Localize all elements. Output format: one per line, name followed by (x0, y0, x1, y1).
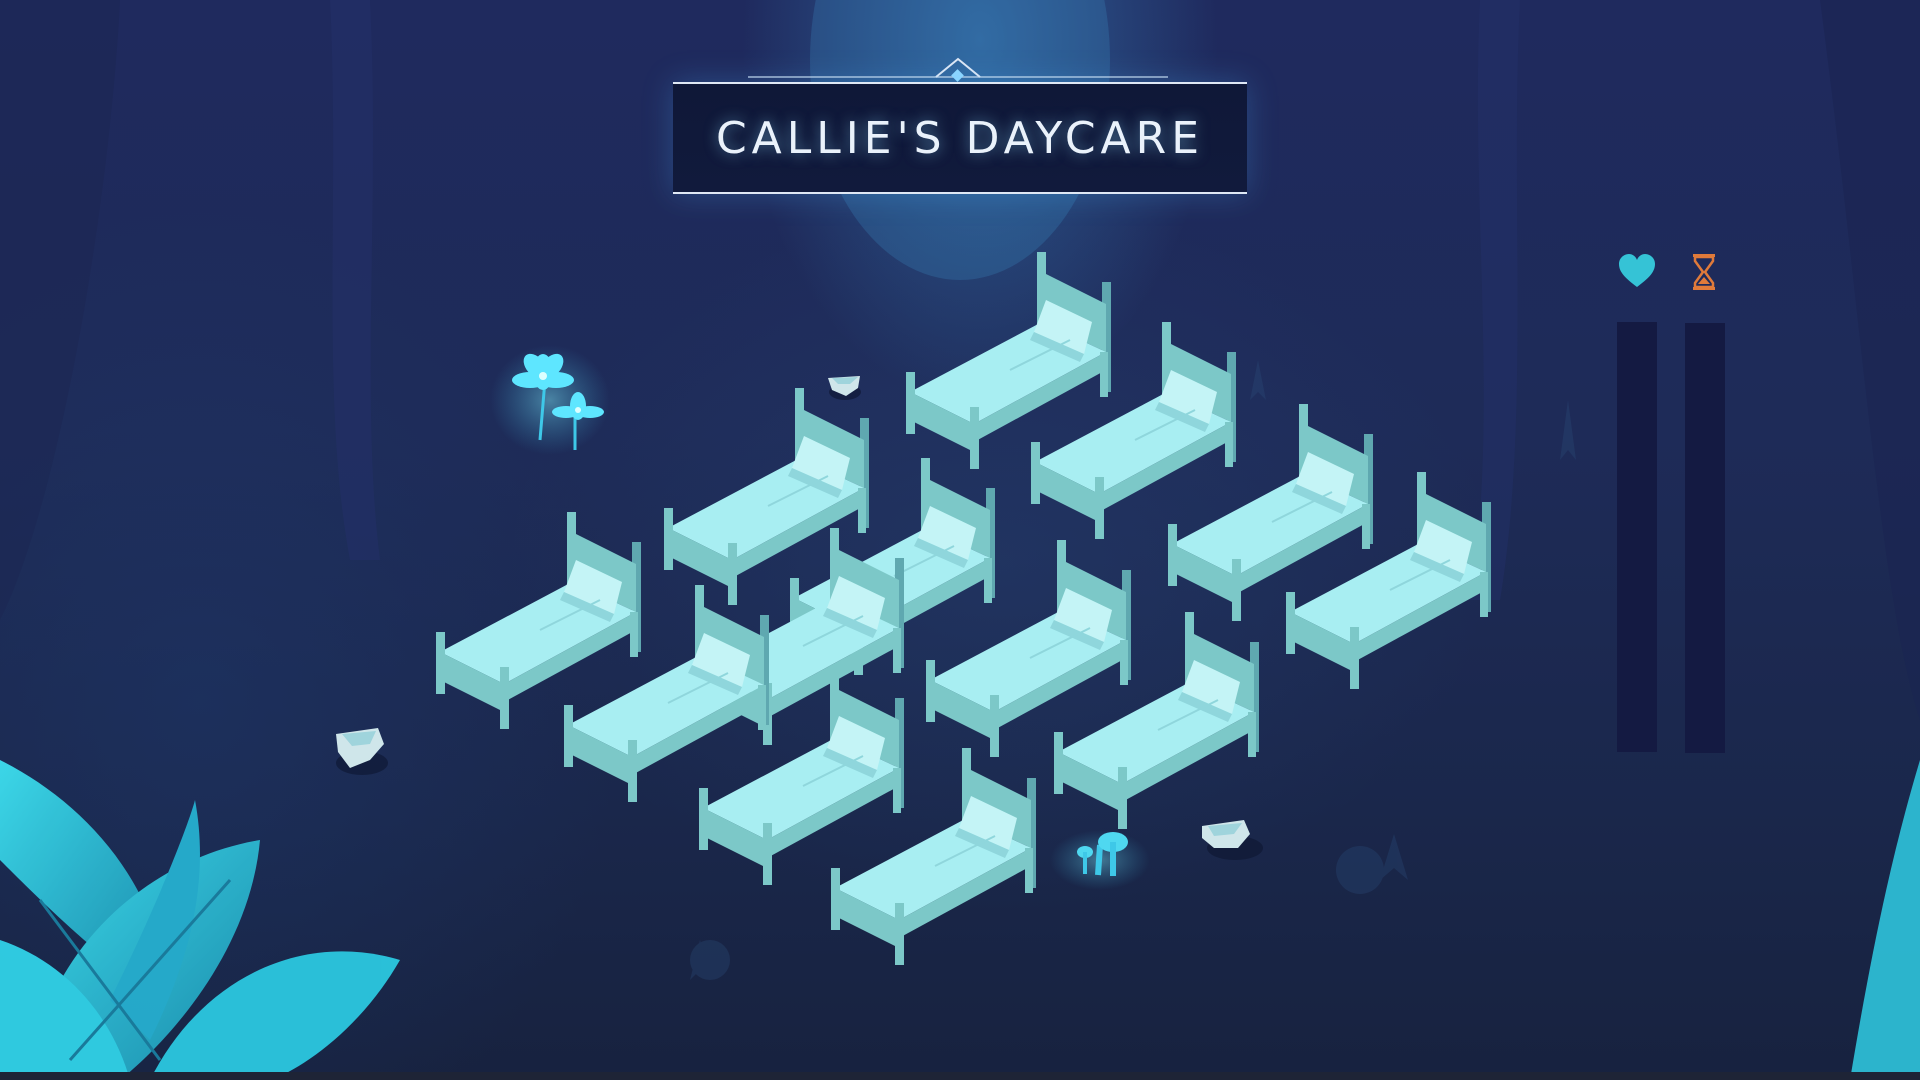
bed[interactable] (436, 512, 641, 729)
game-scene: CALLIE'S DAYCARE (0, 0, 1920, 1080)
heart-icon (1619, 254, 1655, 287)
bottom-edge-strip (0, 1072, 1920, 1080)
love-meter (1617, 322, 1657, 752)
hourglass-icon (1693, 254, 1715, 290)
time-meter (1685, 323, 1725, 753)
bed[interactable] (906, 252, 1111, 469)
